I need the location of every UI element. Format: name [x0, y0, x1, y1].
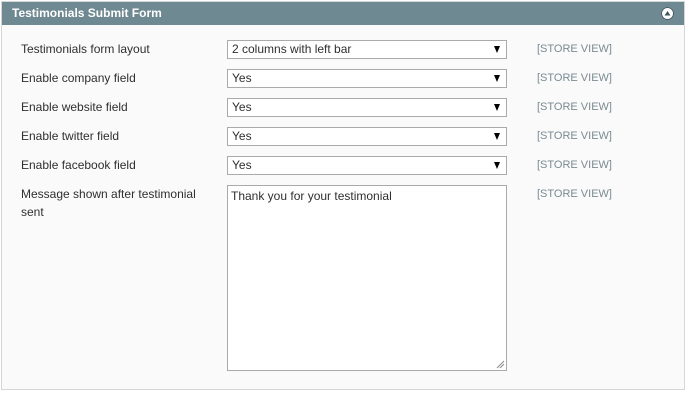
- website-field-select-value: Yes: [232, 100, 252, 114]
- field-label-company: Enable company field: [21, 71, 136, 85]
- scope-label: [STORE VIEW]: [537, 130, 612, 142]
- field-label-message: Message shown after testimonial sent: [21, 187, 196, 219]
- scope-label: [STORE VIEW]: [537, 43, 612, 55]
- scope-label: [STORE VIEW]: [537, 101, 612, 113]
- facebook-field-select[interactable]: Yes: [227, 156, 507, 175]
- dropdown-arrow-icon: [494, 46, 500, 53]
- form-layout-select-value: 2 columns with left bar: [232, 42, 352, 56]
- message-textarea-value: Thank you for your testimonial: [231, 189, 392, 203]
- dropdown-arrow-icon: [494, 104, 500, 111]
- section-header[interactable]: Testimonials Submit Form: [2, 2, 684, 25]
- scope-label: [STORE VIEW]: [537, 72, 612, 84]
- resize-grip-icon[interactable]: [496, 360, 505, 369]
- field-label-website: Enable website field: [21, 100, 128, 114]
- twitter-field-select[interactable]: Yes: [227, 127, 507, 146]
- section-title: Testimonials Submit Form: [12, 6, 162, 20]
- field-label-form-layout: Testimonials form layout: [21, 42, 150, 56]
- website-field-select[interactable]: Yes: [227, 98, 507, 117]
- dropdown-arrow-icon: [494, 133, 500, 140]
- company-field-select-value: Yes: [232, 71, 252, 85]
- form-layout-select[interactable]: 2 columns with left bar: [227, 40, 507, 59]
- collapse-up-icon[interactable]: [661, 7, 674, 20]
- field-label-twitter: Enable twitter field: [21, 129, 120, 143]
- message-textarea[interactable]: Thank you for your testimonial: [227, 185, 507, 371]
- field-label-facebook: Enable facebook field: [21, 158, 136, 172]
- dropdown-arrow-icon: [494, 75, 500, 82]
- facebook-field-select-value: Yes: [232, 158, 252, 172]
- twitter-field-select-value: Yes: [232, 129, 252, 143]
- company-field-select[interactable]: Yes: [227, 69, 507, 88]
- scope-label: [STORE VIEW]: [537, 188, 612, 200]
- dropdown-arrow-icon: [494, 162, 500, 169]
- scope-label: [STORE VIEW]: [537, 159, 612, 171]
